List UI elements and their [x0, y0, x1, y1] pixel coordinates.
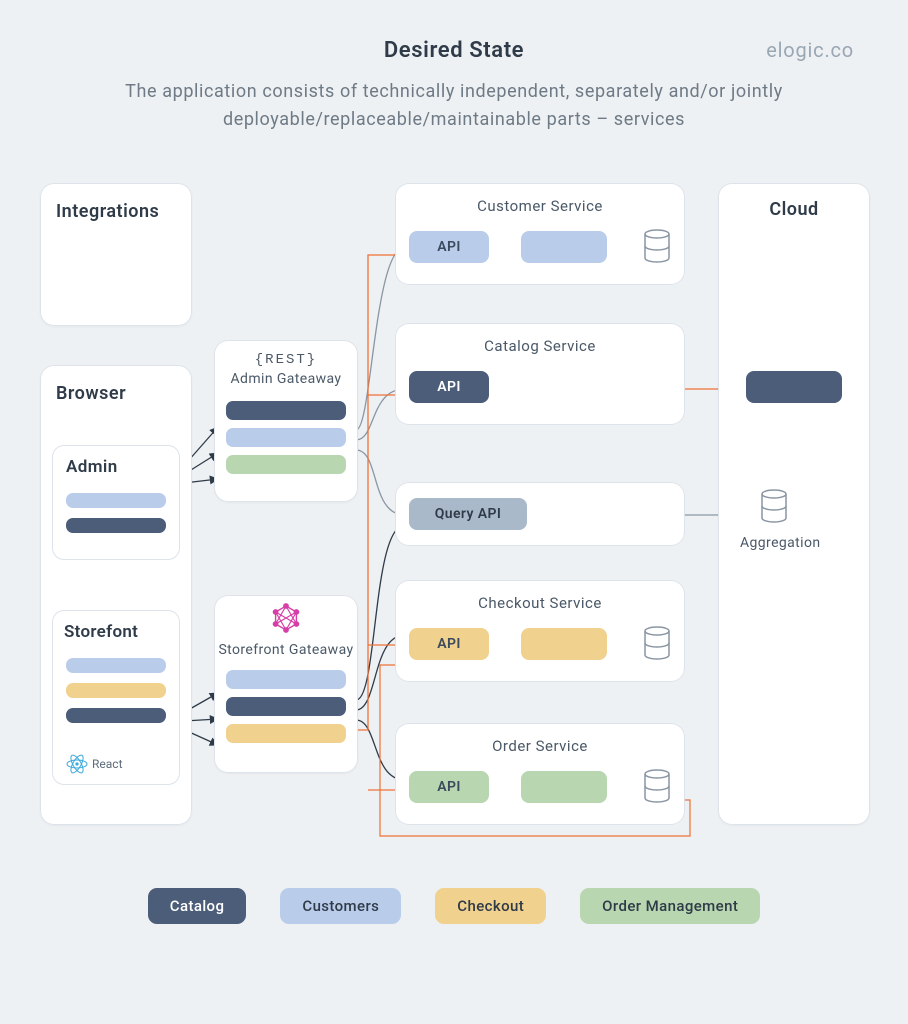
admin-chip-catalog — [66, 518, 166, 533]
admin-chip-customers — [66, 493, 166, 508]
storefront-label: Storefont — [52, 610, 180, 648]
checkout-block — [521, 628, 607, 660]
react-badge: React — [66, 753, 123, 775]
legend-catalog: Catalog — [148, 888, 247, 924]
checkout-api: API — [409, 628, 489, 660]
legend-customers: Customers — [280, 888, 401, 924]
page-subtitle: The application consists of technically … — [60, 78, 848, 134]
diagram-stage: Desired State elogic.co The application … — [0, 0, 908, 1024]
order-service-box: Order Service API — [395, 723, 685, 825]
order-api: API — [409, 771, 489, 803]
integrations-label: Integrations — [40, 183, 192, 240]
query-api: Query API — [409, 498, 527, 530]
browser-box: Browser Admin Storefont React — [40, 365, 192, 825]
checkout-service-label: Checkout Service — [395, 594, 685, 612]
sf-gw-chip-checkout — [226, 724, 346, 743]
checkout-db-icon — [643, 626, 671, 660]
order-block — [521, 771, 607, 803]
brand-label: elogic.co — [766, 38, 854, 62]
react-icon — [66, 753, 88, 775]
admin-gateway-box: {REST} Admin Gateaway — [214, 340, 358, 502]
customer-db-icon — [643, 229, 671, 263]
cloud-box: Cloud Aggregation — [718, 183, 870, 825]
cloud-label: Cloud — [718, 183, 870, 236]
catalog-api: API — [409, 371, 489, 403]
customer-api: API — [409, 231, 489, 263]
catalog-service-box: Catalog Service API — [395, 323, 685, 425]
legend-checkout: Checkout — [435, 888, 546, 924]
integrations-box: Integrations — [40, 183, 192, 326]
admin-label: Admin — [52, 445, 180, 483]
storefront-chip-customers — [66, 658, 166, 673]
customer-block — [521, 231, 607, 263]
checkout-service-box: Checkout Service API — [395, 580, 685, 682]
order-service-label: Order Service — [395, 737, 685, 755]
react-text: React — [92, 757, 123, 771]
aggregation-label: Aggregation — [740, 535, 820, 551]
customer-service-label: Customer Service — [395, 197, 685, 215]
customer-service-box: Customer Service API — [395, 183, 685, 285]
cloud-db-icon — [760, 489, 788, 523]
storefront-chip-catalog — [66, 708, 166, 723]
storefront-gateway-box: Storefront Gateaway — [214, 595, 358, 773]
order-db-icon — [643, 769, 671, 803]
browser-label: Browser — [40, 365, 142, 422]
query-box: Query API — [395, 482, 685, 546]
sf-gw-chip-customers — [226, 670, 346, 689]
admin-card: Admin — [52, 445, 180, 560]
rest-label: {REST} — [214, 340, 358, 370]
legend-order: Order Management — [580, 888, 760, 924]
admin-gw-chip-catalog — [226, 401, 346, 420]
admin-gw-chip-order — [226, 455, 346, 474]
catalog-service-label: Catalog Service — [395, 337, 685, 355]
admin-gw-chip-customers — [226, 428, 346, 447]
storefront-chip-checkout — [66, 683, 166, 698]
storefront-card: Storefont React — [52, 610, 180, 785]
admin-gateway-label: Admin Gateaway — [214, 370, 358, 389]
storefront-gateway-label: Storefront Gateaway — [214, 637, 358, 660]
cloud-catalog-block — [746, 371, 842, 403]
graphql-icon — [214, 595, 358, 637]
legend: Catalog Customers Checkout Order Managem… — [0, 888, 908, 924]
sf-gw-chip-catalog — [226, 697, 346, 716]
